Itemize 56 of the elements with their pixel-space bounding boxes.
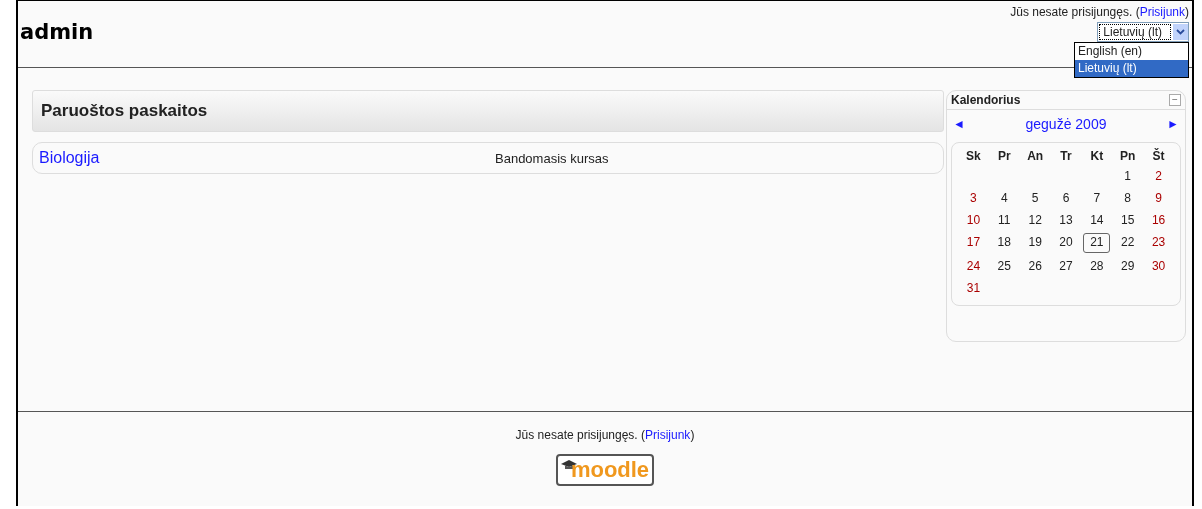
- calendar-day[interactable]: 26: [1019, 257, 1051, 275]
- course-link[interactable]: Biologija: [39, 149, 495, 167]
- weekday-label: Sk: [965, 149, 982, 163]
- calendar-day[interactable]: 7: [1081, 189, 1113, 207]
- login-link[interactable]: Prisijunk: [645, 428, 691, 442]
- weekday-label: Tr: [1059, 149, 1073, 163]
- login-text: Jūs nesate prisijungęs. (: [1010, 5, 1140, 19]
- login-link[interactable]: Prisijunk: [1139, 5, 1185, 19]
- weekday-label: Pn: [1119, 149, 1137, 163]
- calendar-day[interactable]: 25: [988, 257, 1020, 275]
- login-text: ): [1185, 5, 1189, 19]
- login-text: Jūs nesate prisijungęs. (: [515, 428, 645, 442]
- calendar-day[interactable]: 15: [1112, 211, 1144, 229]
- calendar-day[interactable]: 30: [1143, 257, 1174, 275]
- calendar-day[interactable]: 11: [988, 211, 1020, 229]
- calendar-day[interactable]: 6: [1050, 189, 1082, 207]
- month-link[interactable]: gegužė 2009: [1025, 116, 1107, 132]
- calendar-day[interactable]: 14: [1081, 211, 1113, 229]
- calendar-day[interactable]: 10: [958, 211, 989, 229]
- calendar-day[interactable]: 20: [1050, 233, 1082, 251]
- weekday-label: An: [1026, 149, 1045, 163]
- calendar-day[interactable]: 22: [1112, 233, 1144, 251]
- calendar-day[interactable]: 21: [1083, 233, 1111, 253]
- calendar-day[interactable]: 29: [1112, 257, 1144, 275]
- calendar-day[interactable]: 17: [958, 233, 989, 251]
- weekday-label: Kt: [1089, 149, 1105, 163]
- calendar-day[interactable]: 13: [1050, 211, 1082, 229]
- calendar-title: Kalendorius: [951, 93, 1021, 107]
- next-month-link[interactable]: ►: [1167, 117, 1179, 131]
- weekday-label: Pr: [996, 149, 1012, 163]
- calendar-day[interactable]: 8: [1112, 189, 1144, 207]
- course-summary: Bandomasis kursas: [495, 150, 609, 166]
- calendar-day[interactable]: 9: [1143, 189, 1174, 207]
- site-title: admin: [19, 19, 94, 46]
- calendar-day[interactable]: 27: [1050, 257, 1082, 275]
- calendar-day[interactable]: 1: [1112, 167, 1144, 185]
- calendar-day[interactable]: 18: [988, 233, 1020, 251]
- calendar-day[interactable]: 31: [958, 279, 989, 297]
- block-header: Paruoštos paskaitos: [32, 90, 944, 132]
- collapse-button[interactable]: −: [1169, 94, 1181, 106]
- language-option[interactable]: Lietuvių (lt): [1075, 60, 1188, 77]
- calendar-day[interactable]: 24: [958, 257, 989, 275]
- calendar-day[interactable]: 16: [1143, 211, 1174, 229]
- language-select[interactable]: Lietuvių (lt): [1097, 22, 1189, 42]
- login-text: ): [690, 428, 695, 442]
- weekday-label: Št: [1151, 149, 1166, 163]
- language-option[interactable]: English (en): [1075, 43, 1188, 60]
- calendar-day[interactable]: 3: [958, 189, 989, 207]
- calendar-day[interactable]: 12: [1019, 211, 1051, 229]
- calendar-day[interactable]: 19: [1019, 233, 1051, 251]
- previous-month-link[interactable]: ◄: [953, 117, 965, 131]
- calendar-day[interactable]: 4: [988, 189, 1020, 207]
- calendar-day[interactable]: 5: [1019, 189, 1051, 207]
- calendar-day[interactable]: 28: [1081, 257, 1113, 275]
- calendar-day[interactable]: 2: [1143, 167, 1174, 185]
- calendar-day[interactable]: 23: [1143, 233, 1174, 251]
